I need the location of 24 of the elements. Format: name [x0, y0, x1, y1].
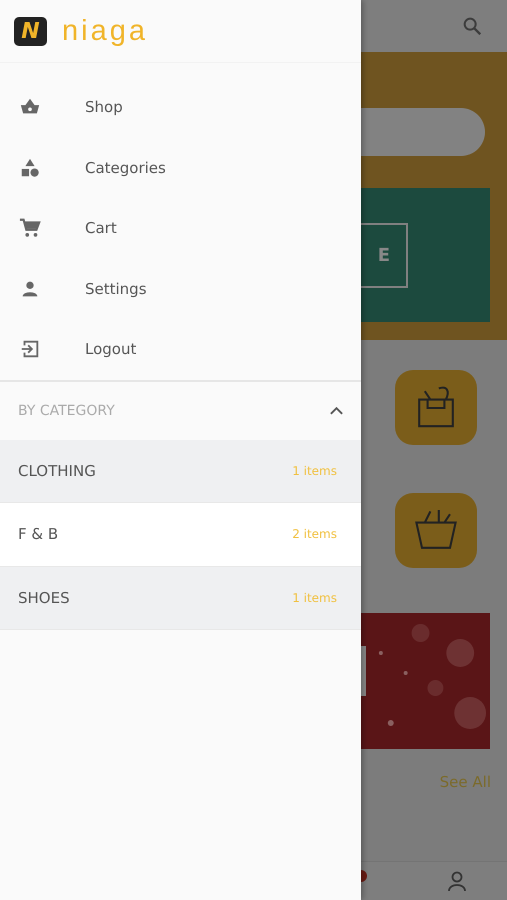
search-field[interactable]: [361, 108, 485, 156]
logout-icon: [19, 338, 41, 360]
category-name: F & B: [18, 525, 58, 544]
category-name: CLOTHING: [18, 462, 96, 480]
category-row[interactable]: F & B 2 items: [0, 503, 361, 566]
item-count: 1 items: [292, 464, 337, 478]
brand-name: niaga: [62, 14, 148, 48]
item-count: 1 items: [292, 590, 337, 605]
grocery-bag-icon[interactable]: [395, 493, 477, 568]
menu-item[interactable]: Logout: [0, 319, 361, 380]
category-row[interactable]: CLOTHING 1 items: [0, 440, 361, 503]
item-count: 2 items: [292, 527, 337, 542]
search-icon[interactable]: [461, 15, 483, 37]
menu-item[interactable]: Cart: [0, 198, 361, 258]
category-row[interactable]: SHOES 1 items: [0, 566, 361, 630]
category-name: SHOES: [18, 588, 70, 607]
grocery-bag-icon[interactable]: [395, 370, 477, 445]
section-title: BY CATEGORY: [18, 402, 115, 418]
cart-icon: [19, 217, 41, 240]
menu-item[interactable]: Categories: [0, 138, 361, 198]
logo-icon: N: [14, 16, 47, 46]
shapes-icon: [19, 156, 41, 179]
menu-item[interactable]: Settings: [0, 258, 361, 319]
menu-item[interactable]: Shop: [0, 77, 361, 138]
